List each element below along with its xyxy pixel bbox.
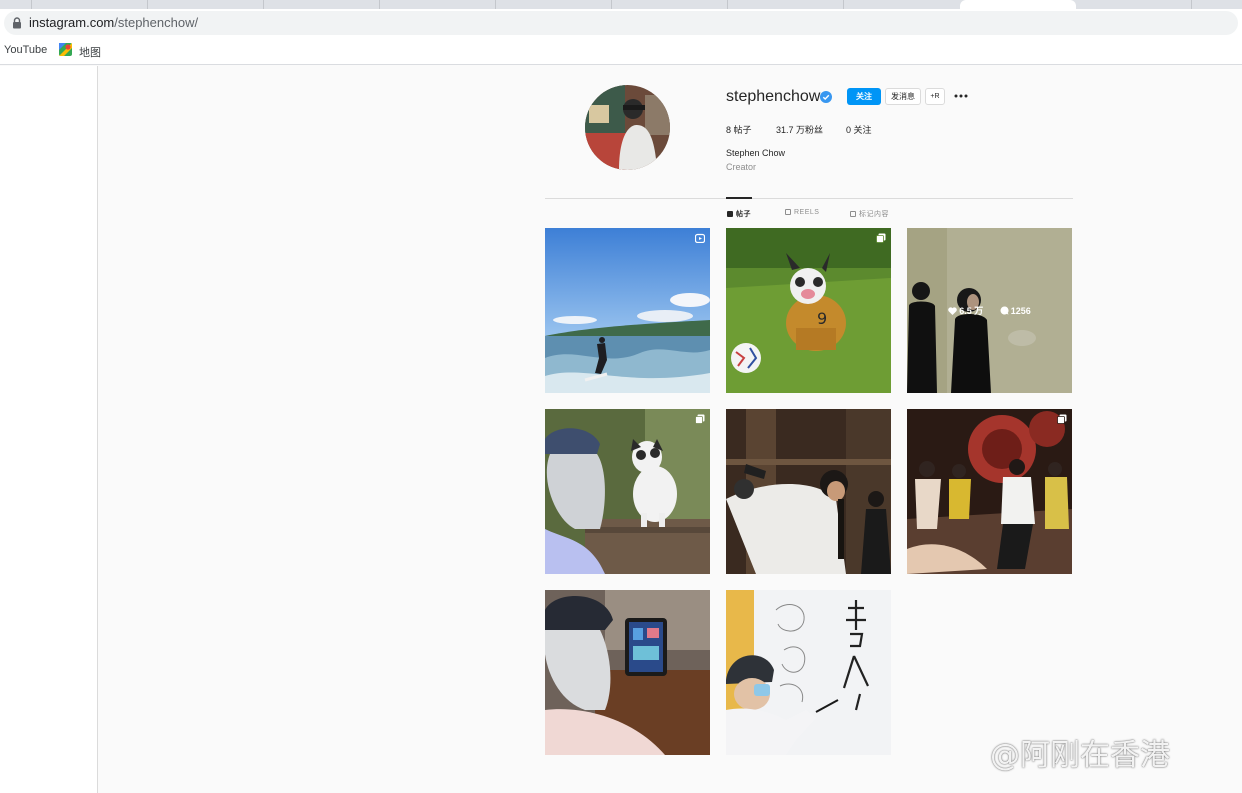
post-photo-bulldog: 9 <box>726 228 891 393</box>
grid-icon <box>727 211 733 217</box>
svg-text:9: 9 <box>817 309 827 328</box>
comment-icon <box>1000 306 1009 315</box>
address-bar: instagram.com/stephenchow/ <box>0 9 1242 37</box>
browser-tab[interactable] <box>32 0 148 9</box>
watermark: @阿刚在香港 <box>990 738 1170 773</box>
post-photo-movie-group <box>907 409 1072 574</box>
tab-tagged[interactable]: 标记内容 <box>850 209 889 219</box>
more-horizontal-icon[interactable] <box>953 89 969 103</box>
url-input[interactable]: instagram.com/stephenchow/ <box>4 11 1238 35</box>
suggested-accounts-button[interactable]: +R <box>925 88 945 105</box>
tab-posts[interactable]: 帖子 <box>727 209 751 219</box>
profile-category: Creator <box>726 162 757 172</box>
url-text: instagram.com/stephenchow/ <box>29 15 198 30</box>
active-tab-indicator <box>726 197 752 199</box>
bookmark-youtube[interactable]: YouTube <box>4 44 47 56</box>
lock-icon[interactable] <box>12 17 22 29</box>
post-photo-man-with-tablet <box>545 590 710 755</box>
bookmarks-bar <box>0 37 1242 65</box>
followers-number: 31.7 万 <box>776 125 806 135</box>
carousel-icon <box>695 414 705 424</box>
browser-tab[interactable] <box>264 0 380 9</box>
post-photo-surfing <box>545 228 710 393</box>
bookmark-maps[interactable]: 地图 <box>79 44 101 60</box>
reels-icon <box>785 209 791 215</box>
browser-tab-active[interactable] <box>960 0 1076 9</box>
post-tile[interactable]: 6.5 万 1256 <box>907 228 1072 393</box>
likes-count: 6.5 万 <box>959 306 984 316</box>
browser-tab[interactable] <box>380 0 496 9</box>
post-photo-man-with-dog <box>545 409 710 574</box>
tagged-icon <box>850 211 856 217</box>
post-tile[interactable] <box>545 228 710 393</box>
sidebar <box>0 66 98 793</box>
post-tile[interactable] <box>726 409 891 574</box>
browser-tab[interactable] <box>612 0 728 9</box>
follow-button[interactable]: 关注 <box>847 88 881 105</box>
comments-count: 1256 <box>1010 306 1031 316</box>
carousel-icon <box>1057 414 1067 424</box>
heart-icon <box>948 307 958 315</box>
browser-tab[interactable] <box>496 0 612 9</box>
posts-count: 8 帖子 <box>726 125 752 135</box>
url-host: instagram.com <box>29 15 115 30</box>
profile-username: stephenchow <box>726 88 821 105</box>
google-maps-icon <box>59 43 72 56</box>
followers-label: 粉丝 <box>805 125 824 135</box>
tab-reels-label: REELS <box>794 209 820 216</box>
post-tile[interactable] <box>907 409 1072 574</box>
post-photo-whiteboard <box>726 590 891 755</box>
message-button[interactable]: 发消息 <box>885 88 921 105</box>
verified-badge-icon <box>820 91 832 103</box>
tab-reels[interactable]: REELS <box>785 209 819 216</box>
profile-divider <box>545 198 1073 199</box>
browser-tab[interactable] <box>1076 0 1192 9</box>
reel-icon <box>695 233 705 243</box>
browser-tab[interactable] <box>728 0 844 9</box>
avatar[interactable] <box>585 85 670 170</box>
post-tile[interactable] <box>545 590 710 755</box>
tab-posts-label: 帖子 <box>736 211 751 218</box>
following-count[interactable]: 0 关注 <box>846 123 872 136</box>
browser-tab[interactable] <box>0 0 32 9</box>
comments-stat: 1256 <box>1000 306 1031 316</box>
post-tile[interactable] <box>545 409 710 574</box>
post-tile[interactable]: 9 <box>726 228 891 393</box>
profile-full-name: Stephen Chow <box>726 148 786 158</box>
browser-tab-strip <box>0 0 1242 9</box>
browser-tab[interactable] <box>148 0 264 9</box>
post-hover-stats: 6.5 万 1256 <box>907 304 1072 317</box>
avatar-photo <box>585 85 670 170</box>
carousel-icon <box>876 233 886 243</box>
post-photo-movie-gun <box>726 409 891 574</box>
likes-stat: 6.5 万 <box>948 306 983 316</box>
post-tile[interactable] <box>726 590 891 755</box>
tab-tagged-label: 标记内容 <box>859 211 889 218</box>
followers-count[interactable]: 31.7 万粉丝 <box>776 123 823 136</box>
url-path: /stephenchow/ <box>114 15 199 30</box>
